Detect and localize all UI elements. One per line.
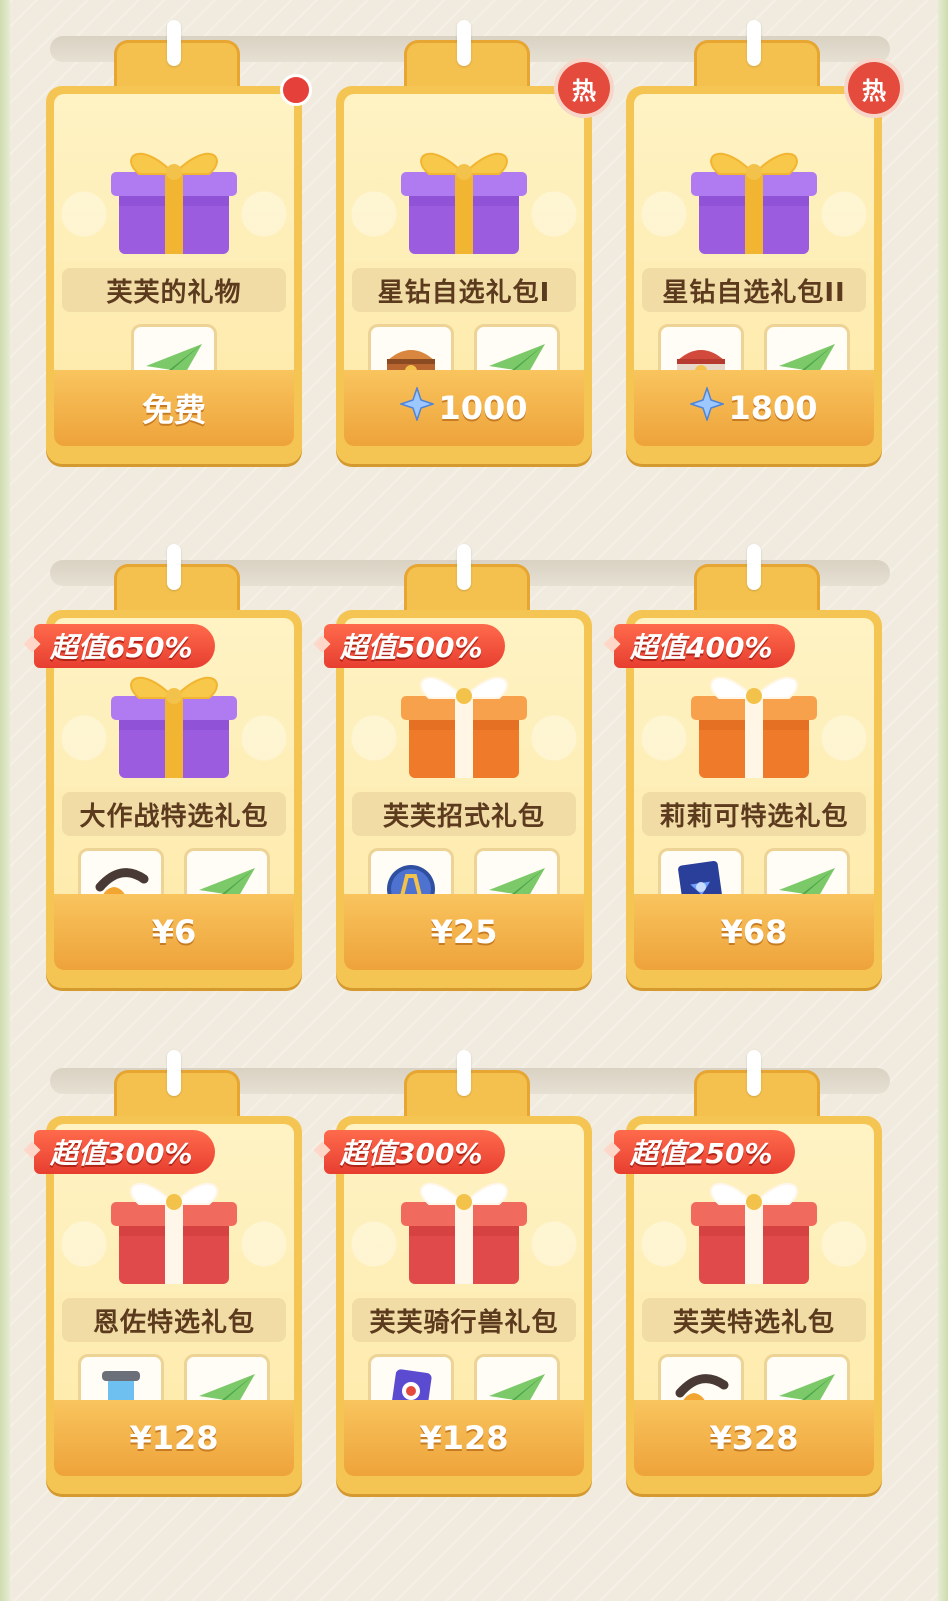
- buy-price-button[interactable]: ¥128: [344, 1400, 584, 1476]
- gift-box-icon: [99, 128, 249, 258]
- price-label: ¥25: [430, 913, 498, 951]
- gift-box-icon: [389, 652, 539, 782]
- gift-pack-title: 恩佐特选礼包: [62, 1298, 286, 1342]
- card-frame: 星钻自选礼包II1 101800: [626, 86, 882, 464]
- gift-box-icon: [679, 1158, 829, 1288]
- card-clip: [167, 1050, 181, 1096]
- price-label: ¥68: [720, 913, 788, 951]
- left-frame-border: [0, 0, 10, 1601]
- card-inner-panel: 莉莉可特选礼包20 80¥68: [634, 618, 874, 970]
- gift-box-icon: [389, 1158, 539, 1288]
- gift-pack-card[interactable]: 芙芙招式礼包800 65¥25超值500%: [313, 544, 592, 988]
- card-clip: [457, 20, 471, 66]
- value-percentage-ribbon: 超值250%: [603, 1130, 795, 1174]
- card-frame: 芙芙的礼物 5免费: [46, 86, 302, 464]
- gift-pack-card[interactable]: 芙芙特选礼包40 240¥328超值250%: [603, 1050, 882, 1494]
- value-percentage-label: 超值300%: [340, 1137, 483, 1170]
- card-clip: [167, 544, 181, 590]
- right-frame-border: [938, 0, 948, 1601]
- card-inner-panel: 芙芙特选礼包40 240¥328: [634, 1124, 874, 1476]
- card-inner-panel: 芙芙招式礼包800 65¥25: [344, 618, 584, 970]
- value-percentage-ribbon: 超值400%: [603, 624, 795, 668]
- value-percentage-ribbon: 超值650%: [23, 624, 215, 668]
- gift-pack-title: 莉莉可特选礼包: [642, 792, 866, 836]
- hot-badge: 热: [558, 62, 610, 114]
- value-percentage-label: 超值500%: [340, 631, 483, 664]
- gift-pack-card[interactable]: 星钻自选礼包I1 51000热: [336, 20, 610, 464]
- card-frame: 星钻自选礼包I1 51000: [336, 86, 592, 464]
- buy-price-button[interactable]: ¥25: [344, 894, 584, 970]
- card-inner-panel: 大作战特选礼包1 20¥6: [54, 618, 294, 970]
- value-percentage-label: 超值400%: [630, 631, 773, 664]
- gift-pack-card[interactable]: 莉莉可特选礼包20 80¥68超值400%: [603, 544, 882, 988]
- gift-pack-title: 芙芙招式礼包: [352, 792, 576, 836]
- gift-pack-card[interactable]: 恩佐特选礼包1000 120¥128超值300%: [23, 1050, 302, 1494]
- hot-badge: 热: [848, 62, 900, 114]
- card-clip: [747, 544, 761, 590]
- gift-pack-title: 大作战特选礼包: [62, 792, 286, 836]
- card-clip: [747, 20, 761, 66]
- card-clip: [457, 1050, 471, 1096]
- buy-price-button[interactable]: ¥68: [634, 894, 874, 970]
- card-inner-panel: 星钻自选礼包II1 101800: [634, 94, 874, 446]
- value-percentage-ribbon: 超值300%: [313, 1130, 505, 1174]
- buy-price-button[interactable]: 1000: [344, 370, 584, 446]
- card-clip: [457, 544, 471, 590]
- price-label: ¥328: [709, 1419, 799, 1457]
- card-inner-panel: 恩佐特选礼包1000 120¥128: [54, 1124, 294, 1476]
- price-label: ¥128: [419, 1419, 509, 1457]
- gift-pack-title: 芙芙的礼物: [62, 268, 286, 312]
- card-inner-panel: 芙芙的礼物 5免费: [54, 94, 294, 446]
- price-label: 1800: [728, 389, 818, 427]
- price-label: 免费: [141, 391, 206, 429]
- buy-price-button[interactable]: ¥128: [54, 1400, 294, 1476]
- value-percentage-label: 超值300%: [50, 1137, 193, 1170]
- card-clip: [747, 1050, 761, 1096]
- gift-box-icon: [389, 128, 539, 258]
- gift-pack-card[interactable]: 芙芙的礼物 5免费: [46, 20, 312, 464]
- card-inner-panel: 星钻自选礼包I1 51000: [344, 94, 584, 446]
- gift-pack-title: 星钻自选礼包I: [352, 268, 576, 312]
- gift-pack-card[interactable]: 星钻自选礼包II1 101800热: [626, 20, 900, 464]
- value-percentage-ribbon: 超值300%: [23, 1130, 215, 1174]
- star-diamond-icon: [689, 385, 726, 429]
- gift-pack-title: 星钻自选礼包II: [642, 268, 866, 312]
- gift-pack-title: 芙芙特选礼包: [642, 1298, 866, 1342]
- card-inner-panel: 芙芙骑行兽礼包60 120¥128: [344, 1124, 584, 1476]
- gift-box-icon: [99, 1158, 249, 1288]
- gift-pack-card[interactable]: 大作战特选礼包1 20¥6超值650%: [23, 544, 302, 988]
- gift-box-icon: [679, 652, 829, 782]
- value-percentage-label: 超值650%: [50, 631, 193, 664]
- buy-price-button[interactable]: 免费: [54, 370, 294, 446]
- gift-pack-card[interactable]: 芙芙骑行兽礼包60 120¥128超值300%: [313, 1050, 592, 1494]
- value-percentage-ribbon: 超值500%: [313, 624, 505, 668]
- buy-price-button[interactable]: ¥6: [54, 894, 294, 970]
- gift-box-icon: [99, 652, 249, 782]
- gift-box-icon: [679, 128, 829, 258]
- price-label: ¥128: [129, 1419, 219, 1457]
- price-label: ¥6: [151, 913, 197, 951]
- notification-dot: [280, 74, 312, 106]
- price-label: 1000: [438, 389, 528, 427]
- buy-price-button[interactable]: 1800: [634, 370, 874, 446]
- card-clip: [167, 20, 181, 66]
- star-diamond-icon: [399, 385, 436, 429]
- buy-price-button[interactable]: ¥328: [634, 1400, 874, 1476]
- gift-pack-title: 芙芙骑行兽礼包: [352, 1298, 576, 1342]
- value-percentage-label: 超值250%: [630, 1137, 773, 1170]
